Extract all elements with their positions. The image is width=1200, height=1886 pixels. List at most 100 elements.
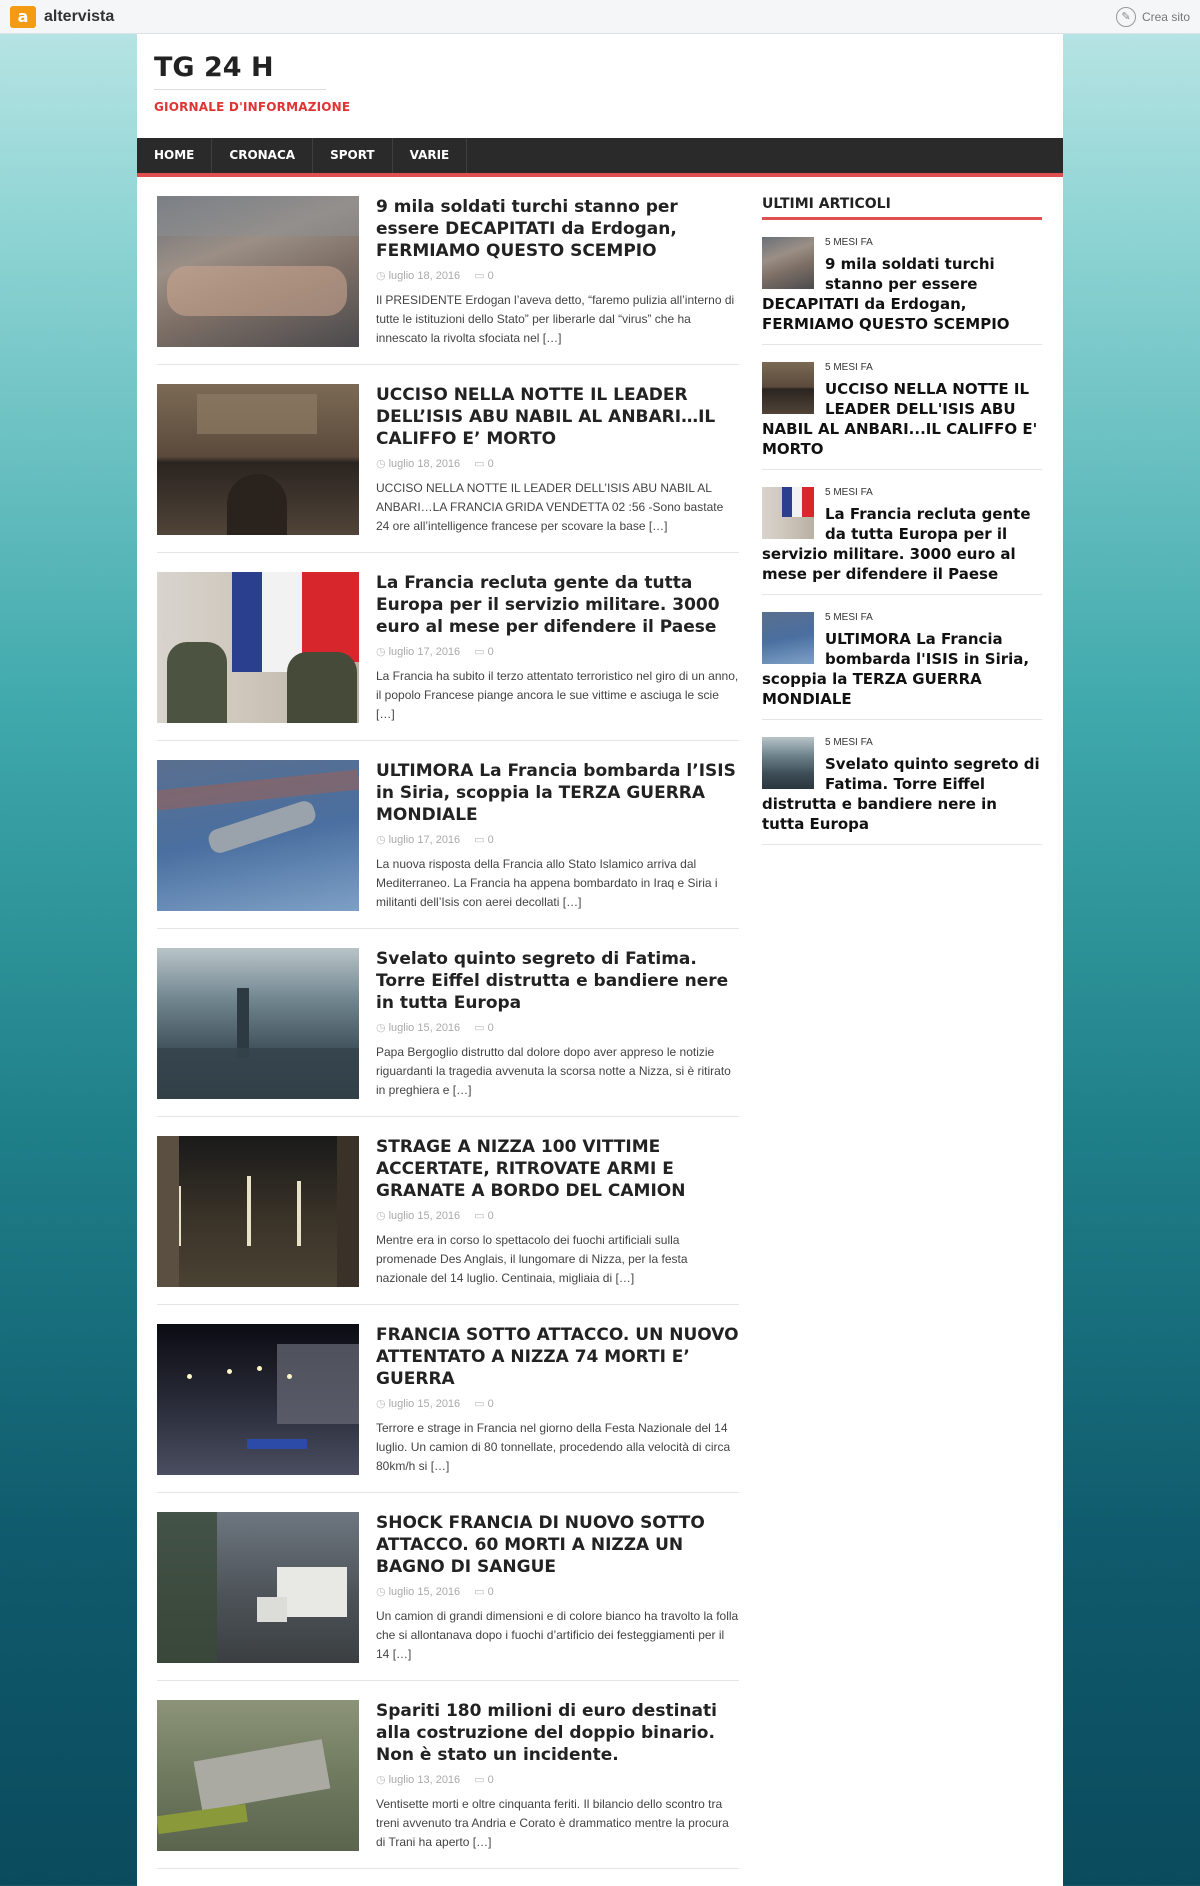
nav-item-cronaca[interactable]: CRONACA xyxy=(212,138,314,173)
sidebar-thumbnail[interactable] xyxy=(762,737,814,789)
read-more-link[interactable]: […] xyxy=(393,1647,412,1661)
article-comment-count[interactable]: 0 xyxy=(488,270,494,282)
article-comments[interactable]: ▭ 0 xyxy=(474,1397,494,1410)
article-date: luglio 13, 2016 xyxy=(388,1774,461,1786)
article-title[interactable]: Spariti 180 milioni di euro destinati al… xyxy=(376,1700,739,1766)
article-item: La Francia recluta gente da tutta Europa… xyxy=(157,572,739,741)
article-thumbnail[interactable] xyxy=(157,1136,359,1287)
comment-icon: ▭ xyxy=(474,1774,485,1786)
article-comments[interactable]: ▭ 0 xyxy=(474,457,494,470)
comment-icon: ▭ xyxy=(474,646,485,658)
article-date: luglio 18, 2016 xyxy=(388,458,461,470)
article-item: SHOCK FRANCIA DI NUOVO SOTTO ATTACCO. 60… xyxy=(157,1512,739,1681)
article-meta: ◷ luglio 17, 2016 ▭ 0 xyxy=(376,833,739,846)
article-excerpt: Il PRESIDENTE Erdogan l’aveva detto, “fa… xyxy=(376,293,735,345)
article-date: luglio 15, 2016 xyxy=(388,1210,461,1222)
read-more-link[interactable]: […] xyxy=(376,707,395,721)
site-title[interactable]: TG 24 H xyxy=(154,52,326,90)
nav-item-varie[interactable]: VARIE xyxy=(393,138,468,173)
article-meta: ◷ luglio 13, 2016 ▭ 0 xyxy=(376,1773,739,1786)
article-meta: ◷ luglio 15, 2016 ▭ 0 xyxy=(376,1585,739,1598)
article-item: UCCISO NELLA NOTTE IL LEADER DELL’ISIS A… xyxy=(157,384,739,553)
article-meta: ◷ luglio 15, 2016 ▭ 0 xyxy=(376,1209,739,1222)
article-thumbnail[interactable] xyxy=(157,1324,359,1475)
altervista-brand[interactable]: a altervista xyxy=(10,5,114,28)
article-comment-count[interactable]: 0 xyxy=(488,1586,494,1598)
article-item: ULTIMORA La Francia bombarda l’ISIS in S… xyxy=(157,760,739,929)
comment-icon: ▭ xyxy=(474,834,485,846)
article-title[interactable]: STRAGE A NIZZA 100 VITTIME ACCERTATE, RI… xyxy=(376,1136,739,1202)
page-container: TG 24 H GIORNALE D'INFORMAZIONE HOME CRO… xyxy=(137,34,1063,1886)
article-item: 9 mila soldati turchi stanno per essere … xyxy=(157,196,739,365)
clock-icon: ◷ xyxy=(376,1398,386,1410)
article-thumbnail[interactable] xyxy=(157,1512,359,1663)
read-more-link[interactable]: […] xyxy=(431,1459,450,1473)
clock-icon: ◷ xyxy=(376,458,386,470)
article-comment-count[interactable]: 0 xyxy=(488,1022,494,1034)
article-item: FRANCIA SOTTO ATTACCO. UN NUOVO ATTENTAT… xyxy=(157,1324,739,1493)
sidebar: ULTIMI ARTICOLI 5 MESI FA 9 mila soldati… xyxy=(762,196,1042,845)
clock-icon: ◷ xyxy=(376,834,386,846)
article-title[interactable]: SHOCK FRANCIA DI NUOVO SOTTO ATTACCO. 60… xyxy=(376,1512,739,1578)
sidebar-thumbnail[interactable] xyxy=(762,487,814,539)
article-thumbnail[interactable] xyxy=(157,196,359,347)
article-meta: ◷ luglio 15, 2016 ▭ 0 xyxy=(376,1397,739,1410)
read-more-link[interactable]: […] xyxy=(563,895,582,909)
nav-item-home[interactable]: HOME xyxy=(137,138,213,173)
article-title[interactable]: 9 mila soldati turchi stanno per essere … xyxy=(376,196,739,262)
read-more-link[interactable]: […] xyxy=(616,1271,635,1285)
article-comments[interactable]: ▭ 0 xyxy=(474,1021,494,1034)
article-date: luglio 18, 2016 xyxy=(388,270,461,282)
crea-sito-label[interactable]: Crea sito xyxy=(1142,10,1190,24)
comment-icon: ▭ xyxy=(474,1210,485,1222)
article-item: Spariti 180 milioni di euro destinati al… xyxy=(157,1700,739,1869)
article-comments[interactable]: ▭ 0 xyxy=(474,833,494,846)
altervista-brand-name[interactable]: altervista xyxy=(44,8,114,26)
article-title[interactable]: Svelato quinto segreto di Fatima. Torre … xyxy=(376,948,739,1014)
sidebar-item: 5 MESI FA La Francia recluta gente da tu… xyxy=(762,470,1042,595)
article-thumbnail[interactable] xyxy=(157,384,359,535)
article-comments[interactable]: ▭ 0 xyxy=(474,1773,494,1786)
read-more-link[interactable]: […] xyxy=(473,1835,492,1849)
article-thumbnail[interactable] xyxy=(157,1700,359,1851)
read-more-link[interactable]: […] xyxy=(649,519,668,533)
clock-icon: ◷ xyxy=(376,270,386,282)
sidebar-item: 5 MESI FA Svelato quinto segreto di Fati… xyxy=(762,720,1042,845)
article-excerpt: UCCISO NELLA NOTTE IL LEADER DELL’ISIS A… xyxy=(376,481,724,533)
sidebar-thumbnail[interactable] xyxy=(762,237,814,289)
article-thumbnail[interactable] xyxy=(157,948,359,1099)
article-item: Svelato quinto segreto di Fatima. Torre … xyxy=(157,948,739,1117)
article-date: luglio 15, 2016 xyxy=(388,1586,461,1598)
article-comments[interactable]: ▭ 0 xyxy=(474,1209,494,1222)
sidebar-thumbnail[interactable] xyxy=(762,612,814,664)
article-title[interactable]: FRANCIA SOTTO ATTACCO. UN NUOVO ATTENTAT… xyxy=(376,1324,739,1390)
article-title[interactable]: ULTIMORA La Francia bombarda l’ISIS in S… xyxy=(376,760,739,826)
article-date: luglio 17, 2016 xyxy=(388,834,461,846)
clock-icon: ◷ xyxy=(376,1774,386,1786)
article-comments[interactable]: ▭ 0 xyxy=(474,645,494,658)
article-comment-count[interactable]: 0 xyxy=(488,834,494,846)
article-comments[interactable]: ▭ 0 xyxy=(474,1585,494,1598)
article-comment-count[interactable]: 0 xyxy=(488,1398,494,1410)
article-title[interactable]: La Francia recluta gente da tutta Europa… xyxy=(376,572,739,638)
article-comment-count[interactable]: 0 xyxy=(488,646,494,658)
read-more-link[interactable]: […] xyxy=(543,331,562,345)
article-item: STRAGE A NIZZA 100 VITTIME ACCERTATE, RI… xyxy=(157,1136,739,1305)
comment-icon: ▭ xyxy=(474,1398,485,1410)
clock-icon: ◷ xyxy=(376,1022,386,1034)
altervista-logo[interactable]: a xyxy=(10,5,36,28)
article-title[interactable]: UCCISO NELLA NOTTE IL LEADER DELL’ISIS A… xyxy=(376,384,739,450)
article-comment-count[interactable]: 0 xyxy=(488,458,494,470)
article-comment-count[interactable]: 0 xyxy=(488,1774,494,1786)
article-thumbnail[interactable] xyxy=(157,572,359,723)
nav-item-sport[interactable]: SPORT xyxy=(313,138,393,173)
article-date: luglio 15, 2016 xyxy=(388,1022,461,1034)
sidebar-thumbnail[interactable] xyxy=(762,362,814,414)
read-more-link[interactable]: […] xyxy=(453,1083,472,1097)
article-thumbnail[interactable] xyxy=(157,760,359,911)
article-meta: ◷ luglio 15, 2016 ▭ 0 xyxy=(376,1021,739,1034)
comment-icon: ▭ xyxy=(474,1022,485,1034)
article-comments[interactable]: ▭ 0 xyxy=(474,269,494,282)
crea-sito-link[interactable]: ✎ Crea sito xyxy=(1115,6,1190,27)
article-comment-count[interactable]: 0 xyxy=(488,1210,494,1222)
